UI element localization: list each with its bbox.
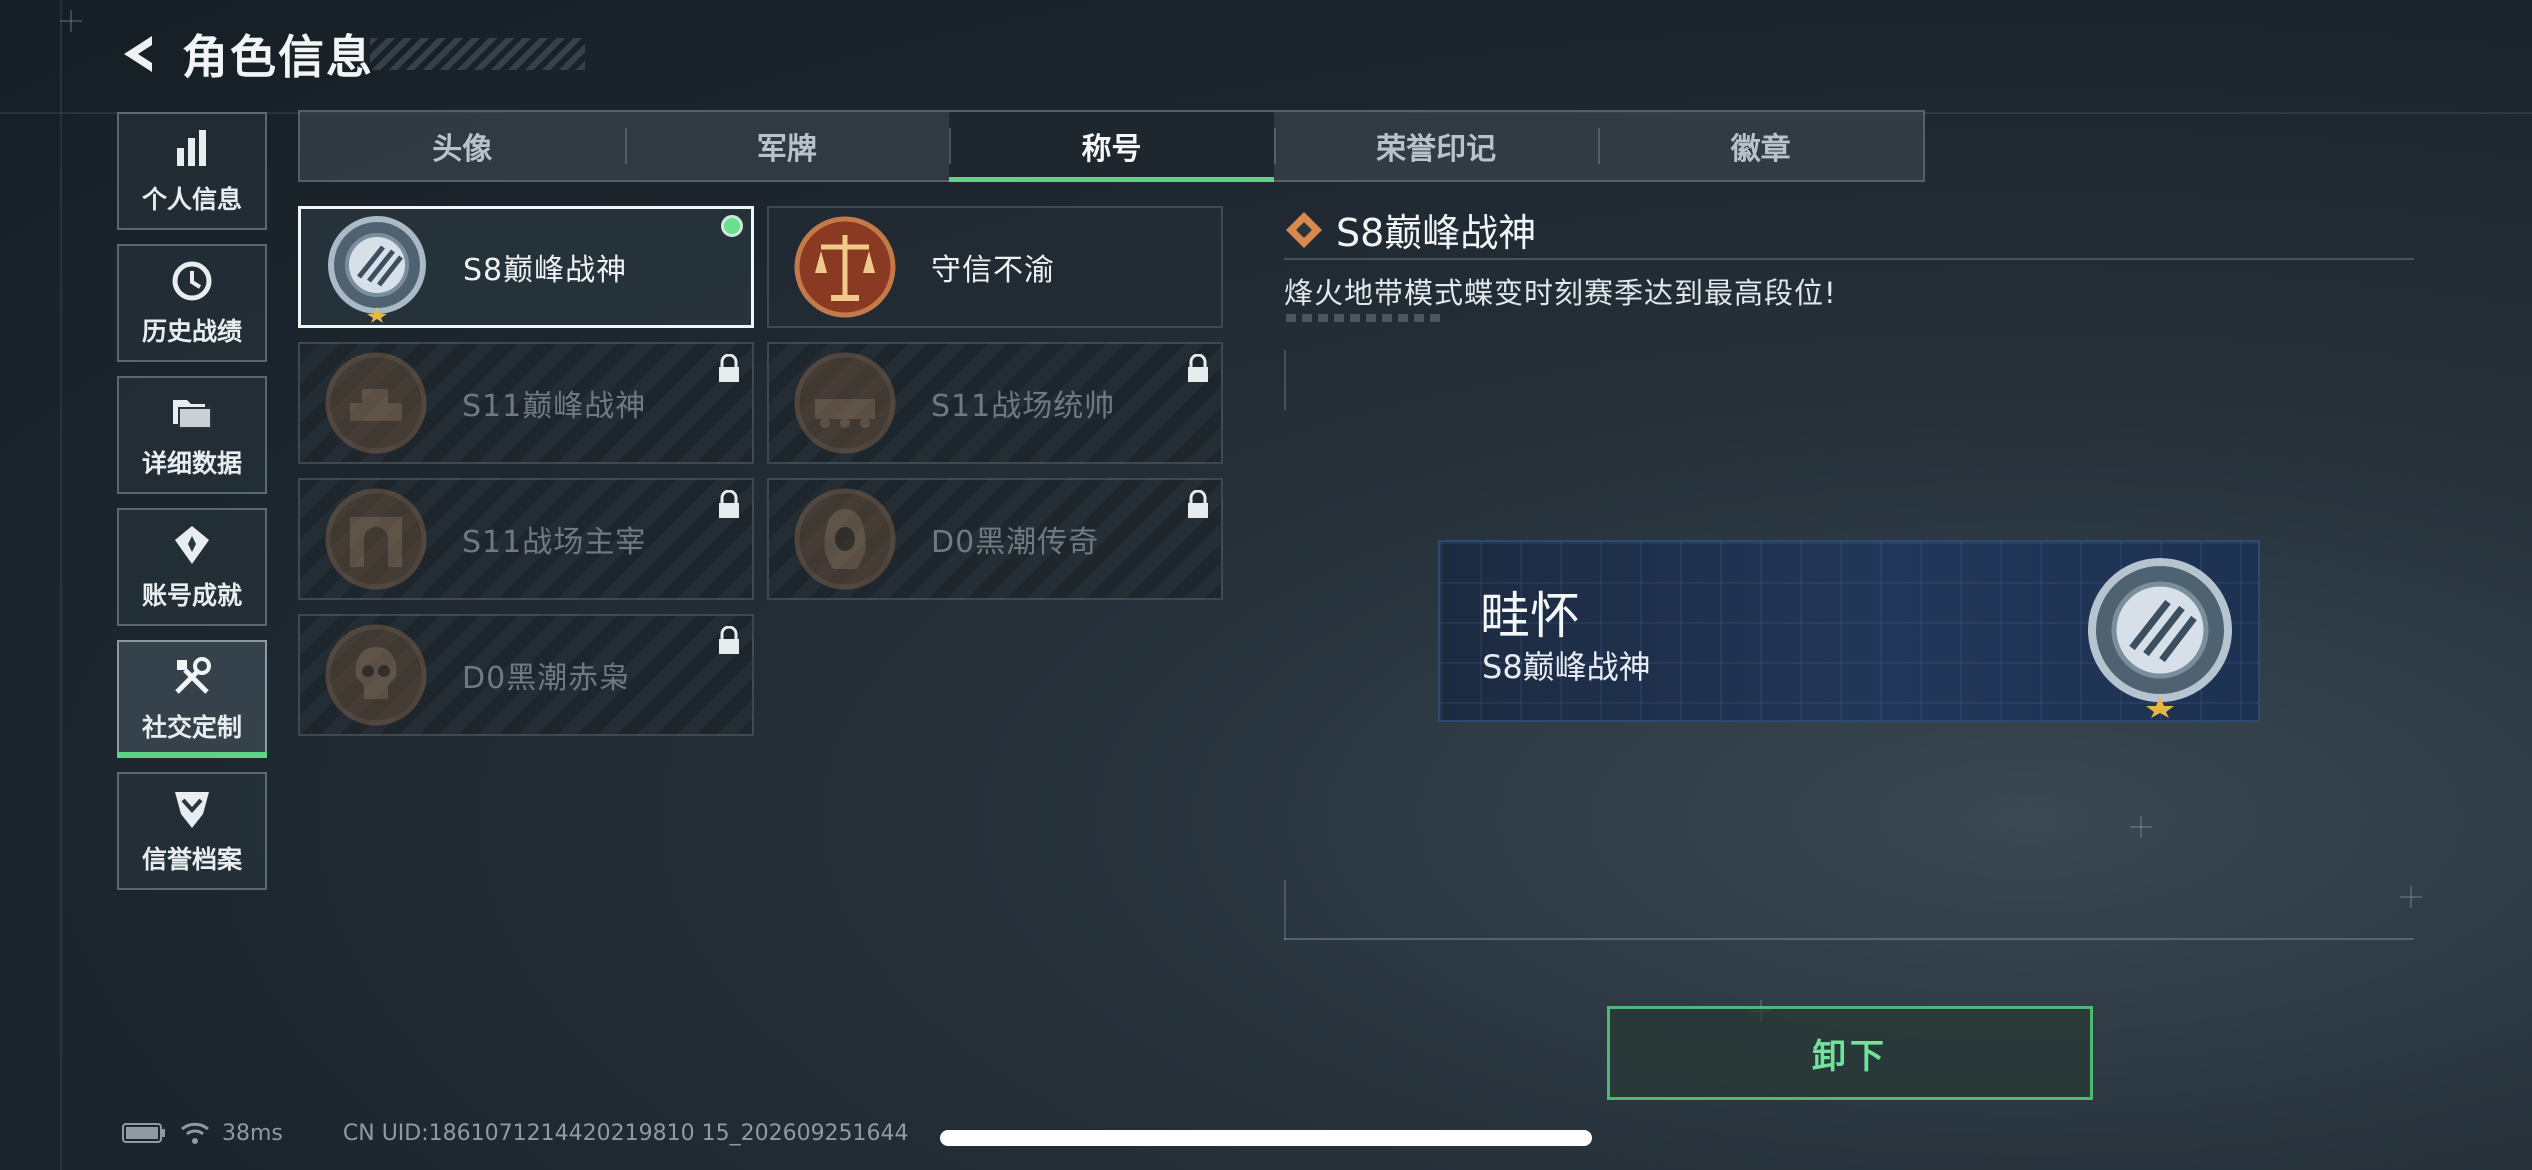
arch-medal-icon [325, 488, 427, 590]
faint-date-text [1286, 314, 1446, 322]
skull-medal-icon [325, 624, 427, 726]
lock-icon [719, 354, 739, 382]
history-clock-icon [172, 261, 212, 301]
title-card[interactable]: S11巅峰战神 [298, 342, 754, 464]
side-item-label: 详细数据 [141, 449, 242, 478]
side-item-label: 历史战绩 [141, 317, 242, 346]
side-item-personal-info[interactable]: 个人信息 [117, 112, 267, 230]
title-card[interactable]: D0黑潮传奇 [767, 478, 1223, 600]
side-item-achievements[interactable]: 账号成就 [117, 508, 267, 626]
uid-text: CN UID:1861071214420219810 15_2026092516… [342, 1120, 909, 1146]
side-item-history[interactable]: 历史战绩 [117, 244, 267, 362]
page-header: 角色信息 [116, 20, 374, 88]
ping-text: 38ms [222, 1120, 283, 1146]
hooded-figure-medal-icon [794, 488, 896, 590]
detail-title: S8巅峰战神 [1336, 211, 1537, 255]
side-item-label: 账号成就 [141, 581, 242, 610]
silver-wreath-medal-icon [2088, 558, 2232, 718]
bg-cross-mark [60, 10, 82, 32]
title-name: D0黑潮赤枭 [462, 661, 631, 696]
side-item-social-custom[interactable]: 社交定制 [117, 640, 267, 758]
bar-chart-icon [177, 130, 206, 166]
title-name: S11战场主宰 [462, 525, 647, 560]
side-item-detailed-data[interactable]: 详细数据 [117, 376, 267, 494]
side-item-label: 个人信息 [141, 185, 242, 214]
lock-icon [719, 490, 739, 518]
detail-description: 烽火地带模式蝶变时刻赛季达到最高段位! [1284, 276, 1837, 310]
tab-avatar[interactable]: 头像 [300, 112, 625, 180]
scales-medal-icon [794, 216, 896, 318]
wifi-icon [181, 1122, 209, 1144]
side-item-label: 信誉档案 [141, 845, 242, 874]
home-indicator[interactable] [940, 1130, 1592, 1146]
armored-vehicle-medal-icon [794, 352, 896, 454]
lock-icon [1188, 354, 1208, 382]
bg-grid-line [60, 0, 62, 1170]
tab-title[interactable]: 称号 [949, 112, 1274, 182]
title-card[interactable]: D0黑潮赤枭 [298, 614, 754, 736]
title-name: 守信不渝 [931, 253, 1055, 288]
frame-corner [1284, 880, 1286, 940]
title-card[interactable]: S11战场主宰 [298, 478, 754, 600]
side-nav: 个人信息 历史战绩 详细数据 账号成就 社交定制 信誉档案 [117, 112, 267, 904]
equipped-indicator [721, 215, 743, 237]
tank-medal-icon [325, 352, 427, 454]
status-bar: 38ms CN UID:1861071214420219810 15_20260… [122, 1120, 909, 1146]
nameplate-preview: 畦怀 S8巅峰战神 [1438, 540, 2260, 722]
achievement-icon [175, 526, 209, 564]
tab-badge[interactable]: 徽章 [1598, 112, 1923, 180]
title-name: S11巅峰战神 [462, 389, 647, 424]
nameplate-player-name: 畦怀 [1480, 587, 1580, 645]
shield-chevron-icon [175, 792, 209, 828]
tab-bar: 头像 军牌 称号 荣誉印记 徽章 [298, 110, 1925, 182]
folder-icon [173, 400, 212, 429]
title-name: S11战场统帅 [931, 389, 1116, 424]
side-item-reputation[interactable]: 信誉档案 [117, 772, 267, 890]
tab-honor-mark[interactable]: 荣誉印记 [1273, 112, 1599, 180]
lock-icon [719, 626, 739, 654]
detail-header: S8巅峰战神 [1284, 202, 1536, 257]
unequip-button[interactable]: 卸下 [1607, 1006, 2093, 1100]
back-arrow-icon[interactable] [116, 30, 164, 78]
title-name: D0黑潮传奇 [931, 525, 1100, 560]
nameplate-title: S8巅峰战神 [1482, 648, 1651, 686]
title-card[interactable]: S8巅峰战神 [298, 206, 754, 328]
title-card[interactable]: S11战场统帅 [767, 342, 1223, 464]
frame-corner [1284, 350, 1286, 410]
side-item-label: 社交定制 [141, 713, 242, 742]
silver-wreath-medal-icon [328, 216, 426, 323]
divider [1284, 258, 2414, 260]
lock-icon [1188, 490, 1208, 518]
title-card[interactable]: 守信不渝 [767, 206, 1223, 328]
tools-icon [175, 657, 211, 694]
title-name: S8巅峰战神 [463, 253, 628, 288]
tab-dog-tag[interactable]: 军牌 [624, 112, 950, 180]
diamond-icon [1286, 211, 1322, 248]
divider [1284, 938, 2414, 940]
header-stripes-decoration [370, 38, 585, 70]
page-title: 角色信息 [182, 30, 374, 84]
battery-icon [122, 1123, 165, 1143]
